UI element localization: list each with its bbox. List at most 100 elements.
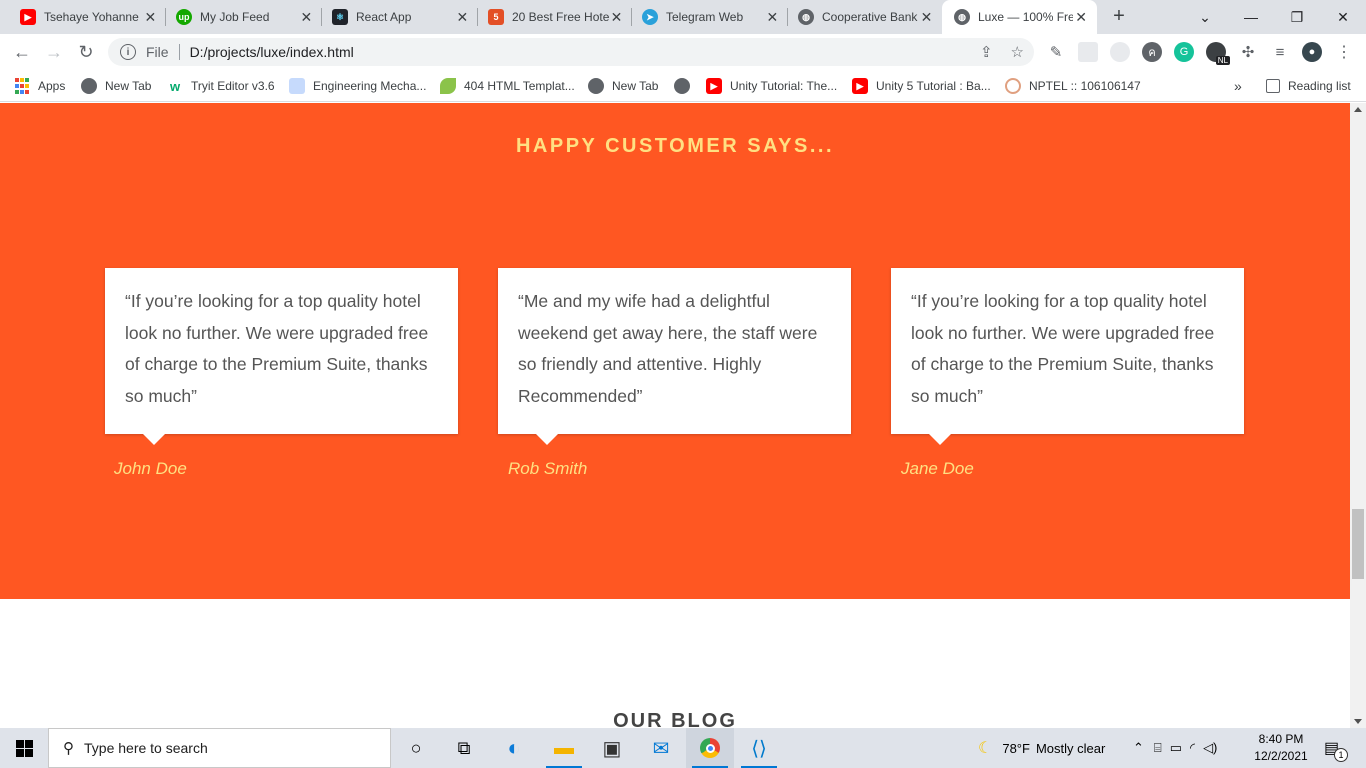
- clock-date: 12/2/2021: [1254, 749, 1308, 763]
- grammarly-icon[interactable]: G: [1174, 42, 1194, 62]
- bookmark-label: NPTEL :: 106106147: [1029, 79, 1141, 93]
- apps-grid-icon: [14, 78, 30, 94]
- taskbar-search-box[interactable]: ⚲ Type here to search: [48, 728, 391, 768]
- tab-luxe-active[interactable]: ◍ Luxe — 100% Fre ✕: [942, 0, 1097, 34]
- eyedropper-icon[interactable]: ✎: [1046, 42, 1066, 62]
- weather-widget[interactable]: ☾ 78°F Mostly clear: [978, 728, 1105, 768]
- volume-icon[interactable]: ◁): [1203, 740, 1217, 756]
- avatar[interactable]: ●: [1302, 42, 1322, 62]
- scroll-down-arrow-icon[interactable]: [1354, 719, 1362, 724]
- testimonial-quote: “If you’re looking for a top quality hot…: [911, 291, 1215, 406]
- notification-center-icon[interactable]: ▤ 1: [1324, 728, 1348, 768]
- share-icon[interactable]: ⇪: [980, 43, 993, 61]
- vpn-globe-icon[interactable]: NL: [1206, 42, 1230, 65]
- close-icon[interactable]: ✕: [919, 9, 934, 26]
- bookmark-label: New Tab: [612, 79, 659, 93]
- close-icon[interactable]: ✕: [455, 9, 470, 26]
- close-icon[interactable]: ✕: [143, 9, 158, 26]
- tab-title: Tsehaye Yohanne: [44, 10, 139, 24]
- document-icon: [289, 78, 305, 94]
- edge-icon[interactable]: ◐: [490, 728, 538, 768]
- puzzle-icon[interactable]: ✣: [1238, 42, 1258, 62]
- bookmark-engineering[interactable]: Engineering Mecha...: [289, 76, 426, 96]
- bookmark-globe[interactable]: [674, 76, 698, 96]
- tab-telegram[interactable]: ➤ Telegram Web ✕: [632, 0, 788, 34]
- react-icon: ⚛: [332, 9, 348, 25]
- show-hidden-icons-icon[interactable]: ⌃: [1133, 740, 1144, 756]
- leaf-icon: [440, 78, 456, 94]
- windows-logo-icon: [15, 739, 33, 757]
- bookmark-label: Unity 5 Tutorial : Ba...: [876, 79, 991, 93]
- bookmark-unity-tutorial[interactable]: ▶ Unity Tutorial: The...: [706, 76, 837, 96]
- battery-icon[interactable]: ▭: [1170, 740, 1182, 756]
- reload-icon[interactable]: ↻: [74, 40, 98, 64]
- meet-now-icon[interactable]: ⌸: [1154, 740, 1162, 756]
- minimize-button[interactable]: —: [1228, 0, 1274, 34]
- page-scrollbar[interactable]: [1350, 103, 1366, 728]
- bookmark-label: 404 HTML Templat...: [464, 79, 575, 93]
- card-pointer: [536, 434, 558, 445]
- start-button[interactable]: [0, 728, 48, 768]
- close-icon[interactable]: ✕: [609, 9, 624, 26]
- w3schools-icon: w: [169, 78, 181, 94]
- cortana-icon[interactable]: ○: [392, 728, 440, 768]
- wifi-icon[interactable]: ◜: [1190, 740, 1195, 756]
- task-view-icon[interactable]: ⧉: [440, 728, 488, 768]
- taskbar-clock[interactable]: 8:40 PM 12/2/2021: [1250, 731, 1312, 765]
- tab-title: Luxe — 100% Fre: [978, 10, 1074, 24]
- tab-cooperative-bank[interactable]: ◍ Cooperative Bank ✕: [788, 0, 942, 34]
- mail-icon[interactable]: ✉: [637, 728, 685, 768]
- chrome-icon[interactable]: [686, 728, 734, 768]
- more-menu-icon[interactable]: ⋮: [1334, 42, 1354, 62]
- telegram-icon: ➤: [642, 9, 658, 25]
- upwork-icon: up: [176, 9, 192, 25]
- bookmark-tryit-editor[interactable]: w Tryit Editor v3.6: [167, 76, 275, 96]
- section-title: HAPPY CUSTOMER SAYS...: [515, 135, 835, 157]
- bookmark-new-tab[interactable]: New Tab: [81, 76, 151, 96]
- reading-list-icon: [1266, 79, 1280, 93]
- tab-upwork[interactable]: up My Job Feed ✕: [166, 0, 322, 34]
- extension-icon[interactable]: [1110, 42, 1130, 62]
- media-control-icon[interactable]: ≡: [1270, 42, 1290, 62]
- reading-list-button[interactable]: Reading list: [1266, 76, 1351, 96]
- scroll-up-arrow-icon[interactable]: [1354, 107, 1362, 112]
- tab-youtube[interactable]: ▶ Tsehaye Yohanne ✕: [0, 0, 166, 34]
- bookmarks-overflow-button[interactable]: »: [1234, 76, 1242, 96]
- card-pointer: [143, 434, 165, 445]
- tab-title: Telegram Web: [666, 10, 744, 24]
- bookmark-404-templates[interactable]: 404 HTML Templat...: [440, 76, 575, 96]
- close-icon[interactable]: ✕: [1073, 9, 1089, 26]
- file-explorer-icon[interactable]: ▬: [540, 728, 588, 768]
- close-icon[interactable]: ✕: [299, 9, 314, 26]
- forward-arrow-icon[interactable]: →: [42, 40, 66, 64]
- address-url[interactable]: D:/projects/luxe/index.html: [190, 44, 354, 60]
- close-window-button[interactable]: ✕: [1320, 0, 1366, 34]
- bookmark-apps[interactable]: Apps: [14, 76, 65, 96]
- extension-icon[interactable]: [1078, 42, 1098, 62]
- back-arrow-icon[interactable]: ←: [10, 40, 34, 64]
- close-icon[interactable]: ✕: [765, 9, 780, 26]
- scrollbar-thumb[interactable]: [1352, 509, 1364, 579]
- bookmark-nptel[interactable]: NPTEL :: 106106147: [1005, 76, 1141, 96]
- tab-hotels[interactable]: 5 20 Best Free Hote ✕: [478, 0, 632, 34]
- bookmark-new-tab-2[interactable]: New Tab: [588, 76, 658, 96]
- tab-title: Cooperative Bank: [822, 10, 918, 24]
- info-icon[interactable]: i: [120, 44, 136, 60]
- bookmark-unity-5-tutorial[interactable]: ▶ Unity 5 Tutorial : Ba...: [852, 76, 991, 96]
- restore-button[interactable]: ❐: [1274, 0, 1320, 34]
- chrome-logo-icon: [700, 738, 720, 758]
- new-tab-button[interactable]: +: [1108, 6, 1130, 28]
- globe-icon: ◍: [954, 9, 970, 25]
- bookmark-label: Unity Tutorial: The...: [730, 79, 838, 93]
- extension-icon[interactable]: ค: [1142, 42, 1162, 62]
- testimonials-section: HAPPY CUSTOMER SAYS... “If you’re lookin…: [0, 103, 1350, 599]
- vscode-icon[interactable]: ⟨⟩: [735, 728, 783, 768]
- store-icon[interactable]: ▣: [588, 728, 636, 768]
- address-bar[interactable]: i File D:/projects/luxe/index.html ⇪ ☆: [108, 38, 1034, 66]
- bookmark-star-icon[interactable]: ☆: [1011, 43, 1024, 61]
- testimonial-author: Rob Smith: [508, 459, 588, 478]
- testimonial-quote: “If you’re looking for a top quality hot…: [125, 291, 429, 406]
- tab-search-icon[interactable]: ⌄: [1182, 0, 1228, 34]
- notification-count-badge: 1: [1334, 748, 1348, 762]
- tab-react[interactable]: ⚛ React App ✕: [322, 0, 478, 34]
